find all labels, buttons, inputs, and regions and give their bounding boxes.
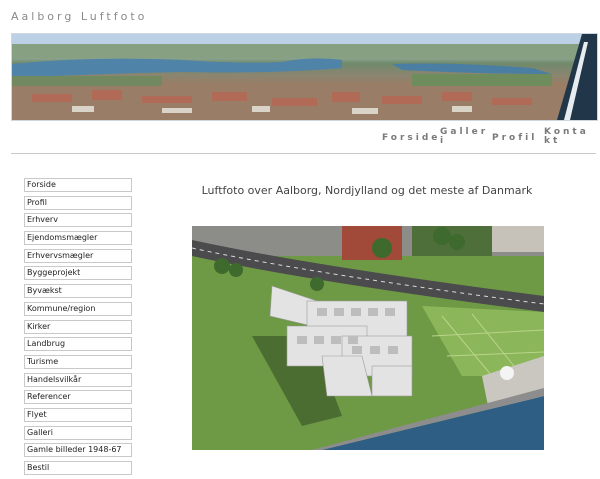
sidebar-item-referencer[interactable]: Referencer	[24, 390, 132, 405]
header-divider	[11, 153, 596, 154]
sidebar-item-gamle-billeder[interactable]: Gamle billeder 1948-67	[24, 443, 132, 458]
sidebar-item-flyet[interactable]: Flyet	[24, 407, 132, 422]
nav-link-galleri[interactable]: Galleri	[440, 128, 490, 146]
nav-link-forside[interactable]: Forside	[382, 134, 440, 143]
sidebar-item-galleri[interactable]: Galleri	[24, 425, 132, 440]
aerial-photo	[192, 226, 544, 450]
site-title: Aalborg Luftfoto	[11, 10, 148, 23]
top-navigation: Forside Galleri Profil Kontakt	[380, 128, 596, 150]
sidebar-item-landbrug[interactable]: Landbrug	[24, 337, 132, 352]
nav-link-profil[interactable]: Profil	[492, 134, 537, 143]
sidebar-item-byggeprojekt[interactable]: Byggeprojekt	[24, 266, 132, 281]
sidebar-item-handelsvilkaar[interactable]: Handelsvilkår	[24, 372, 132, 387]
sidebar-item-profil[interactable]: Profil	[24, 195, 132, 210]
sidebar-item-kirker[interactable]: Kirker	[24, 319, 132, 334]
sidebar-item-forside[interactable]: Forside	[24, 178, 132, 192]
sidebar-item-byvaekst[interactable]: Byvækst	[24, 284, 132, 299]
panorama-image	[12, 34, 597, 120]
sidebar-item-bestil[interactable]: Bestil	[24, 461, 132, 475]
sidebar-item-turisme[interactable]: Turisme	[24, 354, 132, 369]
sidebar-item-erhvervsmaegler[interactable]: Erhvervsmægler	[24, 248, 132, 263]
sidebar-item-kommune-region[interactable]: Kommune/region	[24, 301, 132, 316]
sidebar-menu: Forside Profil Erhverv Ejendomsmægler Er…	[24, 178, 132, 479]
page-headline: Luftfoto over Aalborg, Nordjylland og de…	[201, 184, 533, 197]
sidebar-item-erhverv[interactable]: Erhverv	[24, 213, 132, 228]
panorama-banner	[11, 33, 598, 121]
aerial-photo-image	[192, 226, 544, 450]
nav-link-kontakt[interactable]: Kontakt	[544, 128, 596, 146]
sidebar-item-ejendomsmaegler[interactable]: Ejendomsmægler	[24, 231, 132, 246]
